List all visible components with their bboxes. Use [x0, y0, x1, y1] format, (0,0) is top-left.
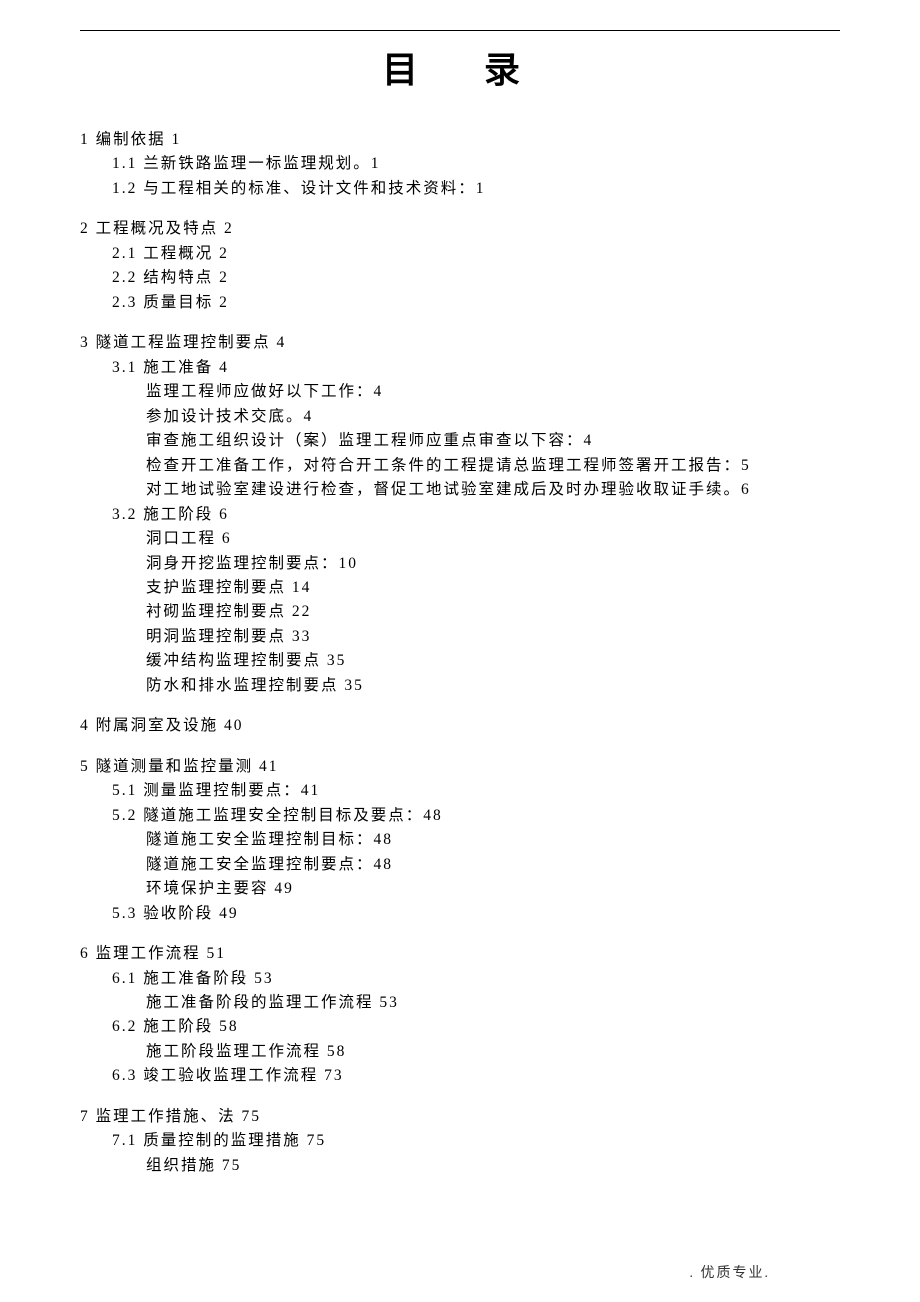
toc-l2: 5.2 隧道施工监理安全控制目标及要点：48 — [112, 805, 840, 827]
toc-l1: 6 监理工作流程 51 — [80, 943, 840, 965]
page-title: 目 录 — [90, 41, 840, 93]
toc-l1: 2 工程概况及特点 2 — [80, 218, 840, 240]
toc-l3: 对工地试验室建设进行检查，督促工地试验室建成后及时办理验收取证手续。6 — [146, 479, 840, 501]
toc-l3: 洞身开挖监理控制要点：10 — [146, 553, 840, 575]
toc-l3: 缓冲结构监理控制要点 35 — [146, 650, 840, 672]
toc-l3: 环境保护主要容 49 — [146, 878, 840, 900]
toc-l2: 2.1 工程概况 2 — [112, 243, 840, 265]
toc-l2: 3.2 施工阶段 6 — [112, 504, 840, 526]
table-of-contents: 1 编制依据 1 1.1 兰新铁路监理一标监理规划。1 1.2 与工程相关的标准… — [80, 129, 840, 1177]
page-footer: . 优质专业. — [690, 1262, 771, 1282]
toc-l2: 5.3 验收阶段 49 — [112, 903, 840, 925]
toc-l3: 隧道施工安全监理控制要点：48 — [146, 854, 840, 876]
toc-l2: 2.2 结构特点 2 — [112, 267, 840, 289]
toc-l3: 监理工程师应做好以下工作：4 — [146, 381, 840, 403]
toc-l1: 4 附属洞室及设施 40 — [80, 715, 840, 737]
document-page: 目 录 1 编制依据 1 1.1 兰新铁路监理一标监理规划。1 1.2 与工程相… — [0, 0, 920, 1302]
toc-l2: 6.1 施工准备阶段 53 — [112, 968, 840, 990]
toc-l3: 组织措施 75 — [146, 1155, 840, 1177]
toc-l3: 防水和排水监理控制要点 35 — [146, 675, 840, 697]
toc-l2: 7.1 质量控制的监理措施 75 — [112, 1130, 840, 1152]
toc-l2: 6.3 竣工验收监理工作流程 73 — [112, 1065, 840, 1087]
toc-l2: 6.2 施工阶段 58 — [112, 1016, 840, 1038]
toc-l3: 审查施工组织设计（案）监理工程师应重点审查以下容：4 — [146, 430, 840, 452]
toc-l2: 2.3 质量目标 2 — [112, 292, 840, 314]
toc-l2: 3.1 施工准备 4 — [112, 357, 840, 379]
toc-l3: 明洞监理控制要点 33 — [146, 626, 840, 648]
toc-l3: 隧道施工安全监理控制目标：48 — [146, 829, 840, 851]
toc-l2: 5.1 测量监理控制要点：41 — [112, 780, 840, 802]
toc-l3: 洞口工程 6 — [146, 528, 840, 550]
toc-l2: 1.1 兰新铁路监理一标监理规划。1 — [112, 153, 840, 175]
toc-l1: 1 编制依据 1 — [80, 129, 840, 151]
toc-l1: 3 隧道工程监理控制要点 4 — [80, 332, 840, 354]
toc-l3: 支护监理控制要点 14 — [146, 577, 840, 599]
toc-l3: 施工阶段监理工作流程 58 — [146, 1041, 840, 1063]
toc-l3: 参加设计技术交底。4 — [146, 406, 840, 428]
toc-l1: 7 监理工作措施、法 75 — [80, 1106, 840, 1128]
toc-l3: 检查开工准备工作，对符合开工条件的工程提请总监理工程师签署开工报告：5 — [146, 455, 840, 477]
top-rule — [80, 30, 840, 31]
toc-l2: 1.2 与工程相关的标准、设计文件和技术资料：1 — [112, 178, 840, 200]
toc-l3: 衬砌监理控制要点 22 — [146, 601, 840, 623]
toc-l3: 施工准备阶段的监理工作流程 53 — [146, 992, 840, 1014]
toc-l1: 5 隧道测量和监控量测 41 — [80, 756, 840, 778]
